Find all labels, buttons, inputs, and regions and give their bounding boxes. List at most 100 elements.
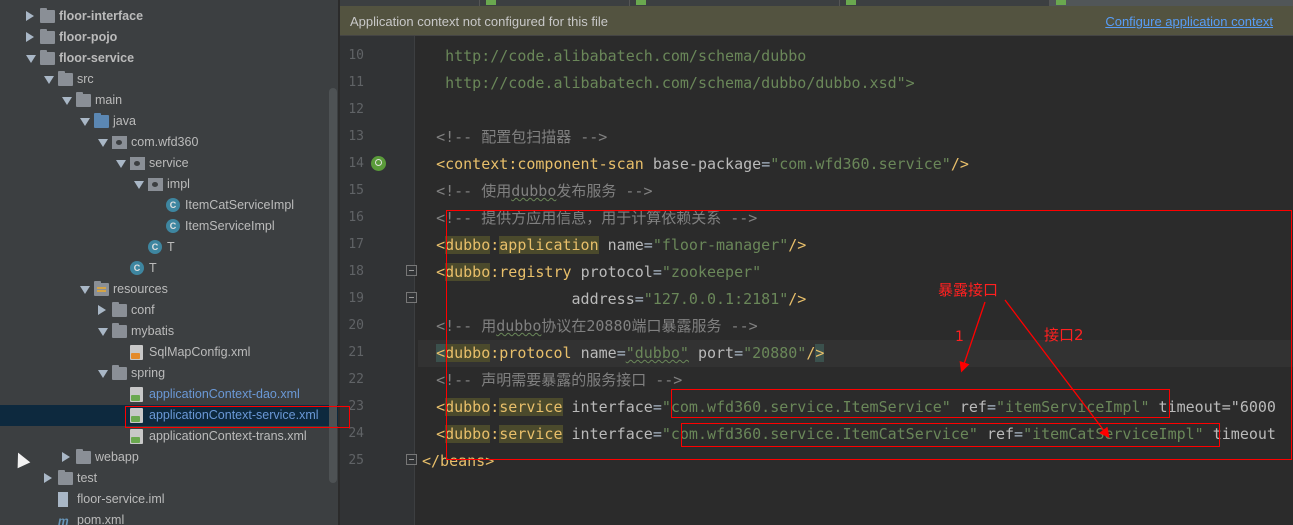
tree-item[interactable]: resources	[0, 279, 338, 300]
tree-item[interactable]: applicationContext-trans.xml	[0, 426, 338, 447]
chevron-right-icon[interactable]	[98, 305, 106, 315]
interface-1-label: 1	[955, 329, 964, 345]
tree-item[interactable]: CT	[0, 258, 338, 279]
java-class-icon: C	[166, 219, 180, 233]
tree-item[interactable]: java	[0, 111, 338, 132]
chevron-down-icon[interactable]	[26, 55, 36, 63]
chevron-right-icon[interactable]	[44, 473, 52, 483]
chevron-right-icon[interactable]	[62, 452, 70, 462]
tree-item[interactable]: com.wfd360	[0, 132, 338, 153]
folder-icon	[40, 50, 55, 65]
tree-item-label: webapp	[95, 450, 139, 464]
tree-item[interactable]: floor-service	[0, 48, 338, 69]
tree-item[interactable]: mybatis	[0, 321, 338, 342]
line-number: 15	[348, 183, 364, 198]
line-number: 24	[348, 426, 364, 441]
code-line-15[interactable]: <!-- 使用dubbo发布服务 -->	[418, 178, 1293, 205]
line-number: 12	[348, 102, 364, 117]
line-number: 21	[348, 345, 364, 360]
tree-item[interactable]: floor-pojo	[0, 27, 338, 48]
package-icon	[130, 157, 145, 170]
folder-icon	[112, 323, 127, 338]
xml-file-icon	[636, 0, 646, 5]
code-line-11[interactable]: http://code.alibabatech.com/schema/dubbo…	[418, 70, 1293, 97]
item-cat-service-highlight-box	[681, 423, 1220, 447]
line-number: 14	[348, 156, 364, 171]
tree-item-label: floor-pojo	[59, 30, 118, 44]
tree-item-label: ItemServiceImpl	[185, 219, 275, 233]
tree-item-label: mybatis	[131, 324, 175, 338]
banner-message: Application context not configured for t…	[350, 14, 608, 29]
tree-item[interactable]: applicationContext-dao.xml	[0, 384, 338, 405]
tree-item[interactable]: m pom.xml	[0, 510, 338, 525]
tree-item[interactable]: CT	[0, 237, 338, 258]
expose-interface-label: 暴露接口	[938, 281, 999, 299]
spring-bean-search-icon[interactable]	[371, 156, 386, 171]
folder-icon	[76, 449, 91, 464]
folder-icon	[112, 365, 127, 380]
tree-item[interactable]: C ItemServiceImpl	[0, 216, 338, 237]
tree-item[interactable]: C ItemCatServiceImpl	[0, 195, 338, 216]
line-number: 17	[348, 237, 364, 252]
code-line-14[interactable]: <context:component-scan base-package="co…	[418, 151, 1293, 178]
interface-2-label: 接口2	[1044, 326, 1084, 344]
code-line-12[interactable]	[418, 97, 1293, 124]
folder-icon	[58, 470, 73, 485]
chevron-down-icon[interactable]	[62, 97, 72, 105]
tree-item[interactable]: webapp	[0, 447, 338, 468]
tree-item-label: applicationContext-dao.xml	[149, 387, 300, 401]
line-number: 22	[348, 372, 364, 387]
chevron-down-icon[interactable]	[116, 160, 126, 168]
tree-item-label: impl	[167, 177, 190, 191]
chevron-down-icon[interactable]	[80, 118, 90, 126]
chevron-right-icon[interactable]	[26, 11, 34, 21]
code-line-10[interactable]: http://code.alibabatech.com/schema/dubbo	[418, 43, 1293, 70]
spring-xml-file-icon	[130, 387, 143, 402]
tree-item[interactable]: src	[0, 69, 338, 90]
chevron-down-icon[interactable]	[80, 286, 90, 294]
tree-item-label: floor-service.iml	[77, 492, 165, 506]
xml-file-icon	[486, 0, 496, 5]
line-number: 10	[348, 48, 364, 63]
tree-item[interactable]: floor-interface	[0, 6, 338, 27]
code-line-13[interactable]: <!-- 配置包扫描器 -->	[418, 124, 1293, 151]
tree-item-label: src	[77, 72, 94, 86]
chevron-down-icon[interactable]	[98, 370, 108, 378]
tree-item-label: service	[149, 156, 189, 170]
tree-item-label: test	[77, 471, 98, 485]
java-class-icon: C	[166, 198, 180, 212]
line-number: 13	[348, 129, 364, 144]
tree-item-label: floor-service	[59, 51, 135, 65]
tree-item[interactable]: conf	[0, 300, 338, 321]
selected-file-highlight-box	[125, 406, 350, 428]
chevron-down-icon[interactable]	[98, 139, 108, 147]
tree-item[interactable]: impl	[0, 174, 338, 195]
tree-item[interactable]: SqlMapConfig.xml	[0, 342, 338, 363]
tree-item-label: applicationContext-trans.xml	[149, 429, 307, 443]
tree-item-label: ItemCatServiceImpl	[185, 198, 295, 212]
folder-icon	[76, 92, 91, 107]
fold-marker-icon[interactable]	[406, 265, 417, 276]
tree-item-label: pom.xml	[77, 513, 125, 525]
chevron-down-icon[interactable]	[98, 328, 108, 336]
source-folder-icon	[94, 113, 109, 128]
tree-item[interactable]: floor-service.iml	[0, 489, 338, 510]
line-number: 16	[348, 210, 364, 225]
chevron-down-icon[interactable]	[44, 76, 54, 84]
configure-context-link[interactable]: Configure application context	[1105, 14, 1273, 29]
tree-item-label: T	[167, 240, 175, 254]
fold-marker-icon[interactable]	[406, 454, 417, 465]
fold-marker-icon[interactable]	[406, 292, 417, 303]
notification-banner: Application context not configured for t…	[340, 6, 1293, 36]
project-tree: floor-interface floor-pojo floor-service sr…	[0, 0, 338, 525]
tree-item[interactable]: spring	[0, 363, 338, 384]
tree-item[interactable]: service	[0, 153, 338, 174]
chevron-down-icon[interactable]	[134, 181, 144, 189]
chevron-right-icon[interactable]	[26, 32, 34, 42]
folder-icon	[40, 29, 55, 44]
tree-item-label: spring	[131, 366, 166, 380]
tree-item[interactable]: main	[0, 90, 338, 111]
tree-item-label: SqlMapConfig.xml	[149, 345, 251, 359]
tree-item[interactable]: test	[0, 468, 338, 489]
folder-icon	[40, 8, 55, 23]
